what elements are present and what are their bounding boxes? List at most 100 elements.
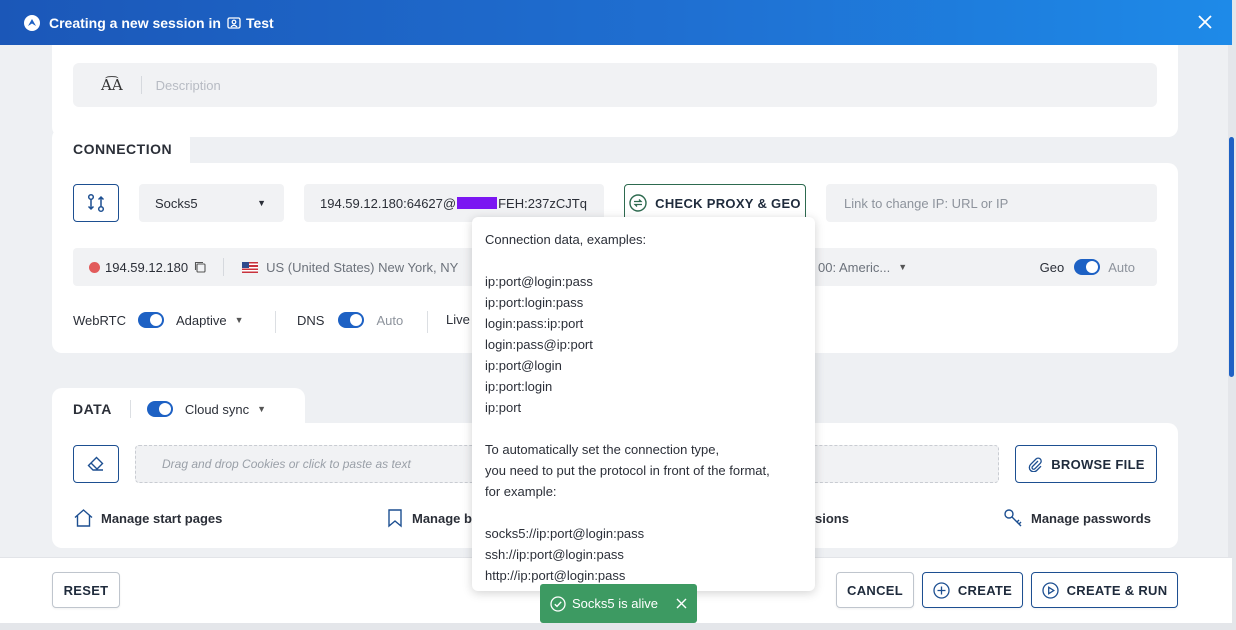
redacted-credential bbox=[457, 197, 498, 209]
tooltip-format: ip:port:login:pass bbox=[485, 295, 584, 310]
description-placeholder: Description bbox=[155, 77, 221, 93]
tooltip-heading: Connection data, examples: bbox=[485, 232, 647, 247]
tooltip-format: ip:port:login bbox=[485, 379, 553, 394]
webrtc-toggle[interactable] bbox=[137, 312, 164, 328]
proxy-swap-button[interactable] bbox=[73, 184, 119, 222]
status-toast: Socks5 is alive bbox=[540, 584, 697, 623]
scrollbar-thumb[interactable] bbox=[1229, 137, 1234, 377]
dns-toggle[interactable] bbox=[338, 312, 365, 328]
proxy-type-value: Socks5 bbox=[155, 195, 198, 211]
change-ip-placeholder: Link to change IP: URL or IP bbox=[844, 195, 1009, 211]
cancel-button[interactable]: CANCEL bbox=[836, 572, 914, 608]
close-icon[interactable] bbox=[1196, 13, 1214, 31]
webrtc-mode-select[interactable]: Adaptive ▼ bbox=[176, 313, 244, 328]
manage-extensions-link[interactable]: sions bbox=[815, 511, 849, 526]
chevron-down-icon: ▼ bbox=[257, 198, 266, 208]
cloud-sync-toggle[interactable] bbox=[146, 401, 173, 417]
us-flag-icon bbox=[242, 261, 259, 273]
divider bbox=[223, 258, 225, 276]
reset-label: RESET bbox=[63, 582, 109, 598]
bookmark-icon bbox=[388, 509, 402, 528]
check-proxy-label: CHECK PROXY & GEO bbox=[655, 195, 801, 211]
divider bbox=[129, 400, 131, 418]
tooltip-example: http://ip:port@login:pass bbox=[485, 568, 626, 583]
browse-file-button[interactable]: BROWSE FILE bbox=[1015, 445, 1157, 483]
check-circle-icon bbox=[550, 595, 566, 612]
reset-button[interactable]: RESET bbox=[52, 572, 120, 608]
connection-help-tooltip: Connection data, examples: ip:port@login… bbox=[472, 217, 815, 591]
cancel-label: CANCEL bbox=[847, 582, 903, 598]
ip-value: 194.59.12.180 bbox=[105, 259, 189, 275]
create-and-run-label: CREATE & RUN bbox=[1066, 582, 1168, 598]
manage-passwords-label: Manage passwords bbox=[1031, 510, 1151, 526]
manage-start-pages-label: Manage start pages bbox=[101, 510, 223, 526]
browse-file-label: BROWSE FILE bbox=[1051, 456, 1145, 472]
workspace-name: Test bbox=[227, 15, 274, 31]
live-control: Live bbox=[446, 312, 470, 327]
ip-status: 194.59.12.180 bbox=[89, 260, 207, 275]
chevron-down-icon[interactable]: ▼ bbox=[257, 404, 266, 414]
text-format-icon: A͡A bbox=[101, 76, 123, 94]
tooltip-example: ssh://ip:port@login:pass bbox=[485, 547, 624, 562]
toast-message: Socks5 is alive bbox=[572, 596, 658, 611]
geo-control: Geo Auto bbox=[1040, 259, 1135, 275]
close-icon[interactable] bbox=[676, 598, 687, 609]
tooltip-example: socks5://ip:port@login:pass bbox=[485, 526, 645, 541]
webrtc-mode: Adaptive bbox=[175, 312, 227, 328]
tooltip-format: login:pass:ip:port bbox=[485, 316, 584, 331]
tooltip-format: ip:port@login bbox=[485, 358, 562, 373]
tooltip-note: To automatically set the connection type… bbox=[485, 442, 720, 457]
copy-icon[interactable] bbox=[194, 261, 207, 274]
manage-passwords-link[interactable]: Manage passwords bbox=[1003, 508, 1151, 528]
key-icon bbox=[1004, 509, 1022, 527]
data-section-title: DATA bbox=[73, 401, 112, 417]
description-card: A͡A Description bbox=[52, 45, 1178, 137]
create-label: CREATE bbox=[957, 582, 1013, 598]
paperclip-icon bbox=[1028, 457, 1043, 472]
geo-label: Geo bbox=[1039, 259, 1065, 275]
connection-section-title: CONNECTION bbox=[73, 141, 173, 157]
dns-control: DNS Auto bbox=[297, 312, 403, 328]
description-field[interactable]: A͡A Description bbox=[73, 63, 1157, 107]
clear-cookies-button[interactable] bbox=[73, 445, 119, 483]
workspace-label: Test bbox=[245, 14, 274, 31]
divider bbox=[140, 76, 142, 94]
play-circle-icon bbox=[1041, 581, 1059, 599]
window-title: Creating a new session in bbox=[49, 14, 221, 31]
tooltip-note: you need to put the protocol in front of… bbox=[485, 463, 770, 478]
webrtc-label: WebRTC bbox=[73, 312, 126, 328]
plus-circle-icon bbox=[933, 581, 950, 599]
chevron-down-icon: ▼ bbox=[234, 315, 244, 325]
chevron-down-icon: ▼ bbox=[898, 262, 908, 272]
swap-arrows-icon bbox=[87, 193, 105, 213]
manage-start-pages-link[interactable]: Manage start pages bbox=[73, 508, 222, 528]
refresh-icon bbox=[629, 194, 647, 212]
tooltip-note: for example: bbox=[485, 484, 557, 499]
dns-mode: Auto bbox=[376, 312, 404, 328]
proxy-value-end: FEH:237zCJTq bbox=[498, 195, 587, 211]
divider bbox=[275, 311, 276, 333]
dns-label: DNS bbox=[297, 312, 325, 328]
manage-bookmarks-label: Manage b bbox=[412, 510, 472, 526]
cookies-placeholder: Drag and drop Cookies or click to paste … bbox=[162, 457, 411, 471]
create-button[interactable]: CREATE bbox=[922, 572, 1023, 608]
location-value: US (United States) New York, NY bbox=[266, 259, 459, 275]
status-dot-icon bbox=[89, 261, 100, 273]
proxy-type-select[interactable]: Socks5 ▼ bbox=[139, 184, 284, 222]
timezone-select[interactable]: 00: Americ... ▼ bbox=[818, 260, 907, 275]
create-and-run-button[interactable]: CREATE & RUN bbox=[1031, 572, 1178, 608]
divider bbox=[427, 311, 428, 333]
tooltip-format: login:pass@ip:port bbox=[485, 337, 593, 352]
geo-toggle[interactable] bbox=[1074, 259, 1101, 275]
app-logo-icon bbox=[24, 14, 40, 31]
manage-bookmarks-link[interactable]: Manage b bbox=[387, 508, 472, 528]
workspace-icon bbox=[227, 16, 241, 29]
timezone-value: 00: Americ... bbox=[818, 259, 891, 275]
tooltip-format: ip:port@login:pass bbox=[485, 274, 593, 289]
location-info: US (United States) New York, NY bbox=[242, 260, 458, 275]
live-label: Live bbox=[446, 312, 470, 327]
manage-extensions-label: sions bbox=[815, 511, 849, 526]
change-ip-input[interactable]: Link to change IP: URL or IP bbox=[826, 184, 1157, 222]
home-icon bbox=[74, 509, 93, 527]
proxy-value-start: 194.59.12.180:64627@ bbox=[320, 195, 457, 211]
